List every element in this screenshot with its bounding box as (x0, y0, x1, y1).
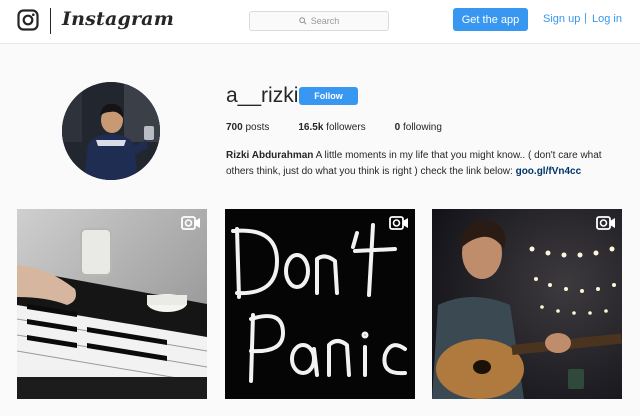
post-tile-dont-panic[interactable] (225, 209, 415, 399)
following-label: following (400, 122, 442, 133)
post-tile-piano[interactable] (17, 209, 207, 399)
video-icon (389, 216, 408, 230)
search-input[interactable]: Search (249, 11, 389, 31)
log-in-link[interactable]: Log in (592, 13, 622, 25)
profile-full-name: Rizki Abdurahman (226, 150, 314, 161)
logo-divider (50, 8, 51, 34)
posts-stat: 700 posts (226, 122, 269, 133)
post-tile-guitar[interactable] (432, 209, 622, 399)
followers-count: 16.5k (298, 122, 324, 133)
followers-stat[interactable]: 16.5k followers (298, 122, 365, 133)
followers-label: followers (323, 122, 366, 133)
post-image-guitar (432, 209, 622, 399)
nav-separator: | (584, 12, 587, 24)
posts-count: 700 (226, 122, 243, 133)
instagram-wordmark-logo[interactable]: Instagram (62, 8, 174, 30)
profile-stats: 700 posts 16.5k followers 0 following (226, 122, 471, 133)
bio-link[interactable]: goo.gl/fVn4cc (516, 166, 582, 177)
post-image-dont-panic (225, 209, 415, 399)
search-icon (299, 17, 307, 25)
avatar-photo (62, 82, 160, 180)
profile-avatar[interactable] (62, 82, 160, 180)
video-icon (596, 216, 615, 230)
sign-up-link[interactable]: Sign up (543, 13, 580, 25)
top-navigation-bar: Instagram Search Get the app Sign up | L… (0, 0, 640, 44)
posts-label: posts (242, 122, 270, 133)
video-icon (181, 216, 200, 230)
post-image-piano (17, 209, 207, 399)
following-stat[interactable]: 0 following (395, 122, 442, 133)
profile-username: a__rizki (226, 84, 299, 107)
search-placeholder: Search (310, 16, 340, 26)
get-the-app-button[interactable]: Get the app (453, 8, 528, 31)
follow-button[interactable]: Follow (299, 87, 358, 105)
instagram-camera-icon[interactable] (17, 9, 39, 31)
profile-bio: Rizki Abdurahman A little moments in my … (226, 148, 626, 180)
